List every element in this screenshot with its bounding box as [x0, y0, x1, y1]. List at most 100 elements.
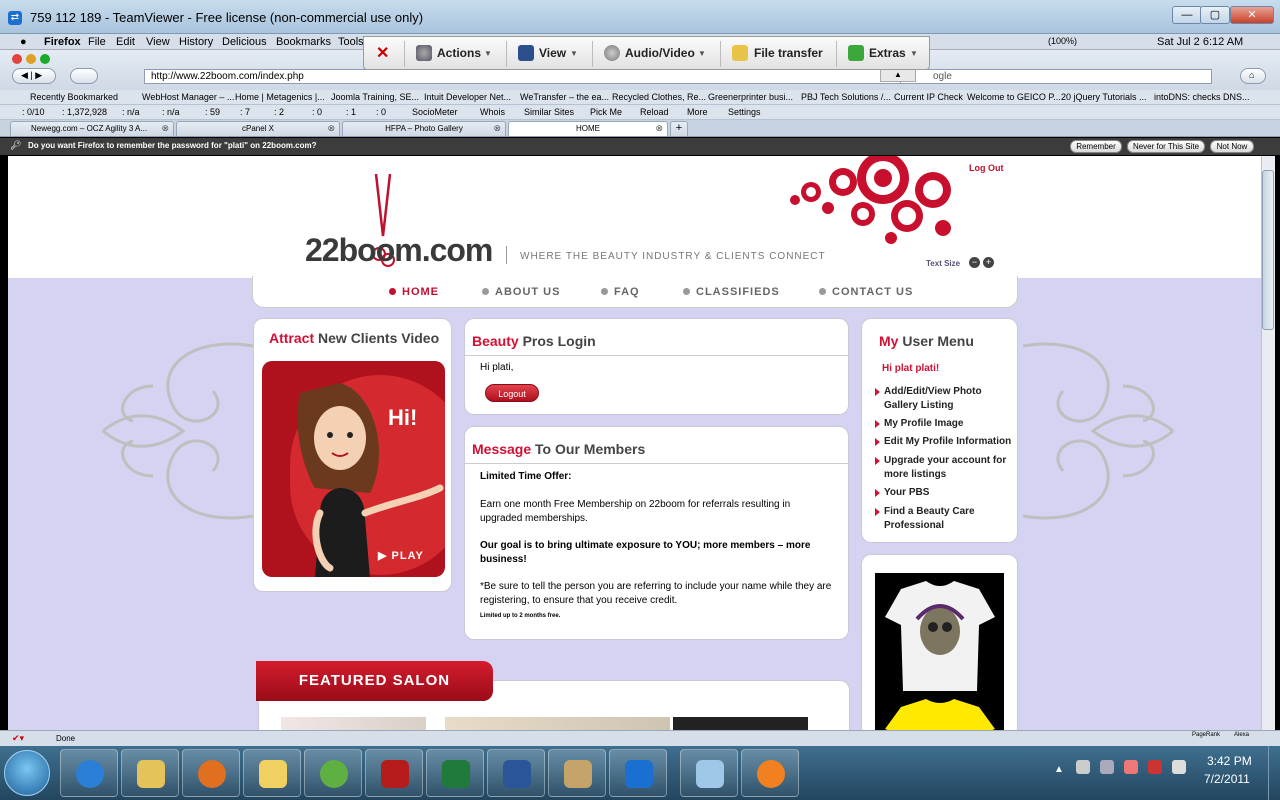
new-tab-button[interactable]: +: [670, 121, 688, 136]
menu-tools[interactable]: Tools: [338, 36, 364, 48]
menu-bookmarks[interactable]: Bookmarks: [276, 36, 331, 48]
collapse-toolbar-button[interactable]: ▲: [880, 70, 916, 82]
volume-icon[interactable]: [1172, 760, 1186, 774]
teamviewer-task-icon[interactable]: [609, 749, 667, 797]
mail-icon[interactable]: [243, 749, 301, 797]
close-window-button[interactable]: ✕: [1230, 6, 1274, 24]
taskbar-time[interactable]: 3:42 PM: [1207, 754, 1252, 768]
show-desktop-button[interactable]: [1268, 746, 1280, 800]
excel-icon[interactable]: [426, 749, 484, 797]
menu-find-professional-link[interactable]: Find a Beauty Care Professional: [875, 505, 1009, 533]
nav-faq[interactable]: FAQ: [601, 286, 640, 298]
word-icon[interactable]: [487, 749, 545, 797]
home-tools-button[interactable]: [70, 68, 98, 84]
paint-icon[interactable]: [548, 749, 606, 797]
never-for-site-button[interactable]: Never for This Site: [1127, 140, 1205, 153]
nav-classifieds[interactable]: CLASSIFIEDS: [683, 286, 780, 298]
ie-icon[interactable]: [60, 749, 118, 797]
menu-delicious[interactable]: Delicious: [222, 36, 267, 48]
menu-view[interactable]: View: [146, 36, 170, 48]
addon-more[interactable]: More: [687, 107, 708, 117]
site-logo[interactable]: 22boom.com: [305, 232, 493, 269]
bookmark-whm[interactable]: WebHost Manager – ...: [142, 92, 234, 102]
menu-upgrade-link[interactable]: Upgrade your account for more listings: [875, 454, 1009, 482]
close-tab-icon[interactable]: ⊗: [327, 123, 335, 134]
start-button[interactable]: [4, 750, 50, 796]
url-bar[interactable]: http://www.22boom.com/index.php: [144, 69, 920, 84]
menu-pbs-link[interactable]: Your PBS: [875, 486, 1009, 500]
menu-file[interactable]: File: [88, 36, 106, 48]
log-out-link[interactable]: Log Out: [969, 163, 1004, 173]
apple-icon[interactable]: ●: [20, 36, 27, 48]
close-tab-icon[interactable]: ⊗: [161, 123, 169, 134]
network-icon[interactable]: [1100, 760, 1114, 774]
nav-contact-us[interactable]: CONTACT US: [819, 286, 913, 298]
play-button[interactable]: ▶︎ PLAY: [378, 549, 424, 562]
addon-similar-sites[interactable]: Similar Sites: [524, 107, 574, 117]
search-bar[interactable]: ogle: [900, 69, 1212, 84]
scrollbar-thumb[interactable]: [1262, 170, 1274, 330]
bookmark-ipcheck[interactable]: Current IP Check: [894, 92, 963, 102]
bookmark-recycled[interactable]: Recycled Clothes, Re...: [612, 92, 706, 102]
flame-icon[interactable]: [1124, 760, 1138, 774]
text-increase-icon[interactable]: +: [983, 257, 994, 268]
tab-hfpa[interactable]: HFPA – Photo Gallery ⊗: [342, 121, 506, 136]
zoom-dot-icon[interactable]: [40, 54, 50, 64]
menu-profile-image-link[interactable]: My Profile Image: [875, 417, 1009, 431]
explorer-icon[interactable]: [121, 749, 179, 797]
bookmark-geico[interactable]: Welcome to GEICO P...: [967, 92, 1061, 102]
burn-icon[interactable]: [741, 749, 799, 797]
minimize-dot-icon[interactable]: [26, 54, 36, 64]
remember-button[interactable]: Remember: [1070, 140, 1122, 153]
tab-newegg[interactable]: Newegg.com – OCZ Agility 3 A... ⊗: [10, 121, 174, 136]
dreamweaver-icon[interactable]: [304, 749, 362, 797]
addon-settings[interactable]: Settings: [728, 107, 761, 117]
addon-sociometer[interactable]: SocioMeter: [412, 107, 458, 117]
logout-button[interactable]: Logout: [485, 384, 539, 402]
close-session-icon[interactable]: ✕: [376, 43, 389, 63]
bookmark-jquery[interactable]: 20 jQuery Tutorials ...: [1061, 92, 1147, 102]
text-decrease-icon[interactable]: −: [969, 257, 980, 268]
minimize-button[interactable]: —: [1172, 6, 1202, 24]
video-player[interactable]: Hi! ▶︎ PLAY: [262, 361, 445, 577]
close-tab-icon[interactable]: ⊗: [655, 123, 663, 134]
maximize-button[interactable]: ▢: [1200, 6, 1230, 24]
notepad-icon[interactable]: [680, 749, 738, 797]
addon-reload[interactable]: Reload: [640, 107, 669, 117]
firefox-icon[interactable]: [182, 749, 240, 797]
bookmark-metagenics[interactable]: Home | Metagenics |...: [235, 92, 325, 102]
menu-app-firefox[interactable]: Firefox: [44, 36, 81, 48]
view-menu[interactable]: View: [539, 46, 566, 60]
menu-photo-gallery-link[interactable]: Add/Edit/View Photo Gallery Listing: [875, 385, 1009, 413]
file-transfer-button[interactable]: File transfer: [754, 46, 823, 60]
audio-video-menu[interactable]: Audio/Video: [625, 46, 695, 60]
filezilla-icon[interactable]: [365, 749, 423, 797]
bookmark-intodns[interactable]: intoDNS: checks DNS...: [1154, 92, 1250, 102]
home-icon[interactable]: ⌂: [1240, 68, 1266, 84]
menu-edit-profile-link[interactable]: Edit My Profile Information: [875, 435, 1024, 449]
extras-menu[interactable]: Extras: [869, 46, 906, 60]
close-tab-icon[interactable]: ⊗: [493, 123, 501, 134]
menu-history[interactable]: History: [179, 36, 213, 48]
back-forward-buttons[interactable]: ◀ | ▶: [12, 68, 56, 84]
menu-edit[interactable]: Edit: [116, 36, 135, 48]
taskbar-date[interactable]: 7/2/2011: [1204, 772, 1250, 786]
tab-home[interactable]: HOME ⊗: [508, 121, 668, 136]
bookmark-intuit[interactable]: Intuit Developer Net...: [424, 92, 511, 102]
bookmark-pbj[interactable]: PBJ Tech Solutions /...: [801, 92, 891, 102]
bookmark-wetransfer[interactable]: WeTransfer – the ea...: [520, 92, 609, 102]
bookmark-greenerprinter[interactable]: Greenerprinter busi...: [708, 92, 793, 102]
tshirt-ad-image[interactable]: [875, 573, 1004, 730]
addon-pick-me[interactable]: Pick Me: [590, 107, 622, 117]
tab-cpanel[interactable]: cPanel X ⊗: [176, 121, 340, 136]
nav-about-us[interactable]: ABOUT US: [482, 286, 560, 298]
bookmark-joomla[interactable]: Joomla Training, SE...: [331, 92, 419, 102]
addon-whois[interactable]: Whois: [480, 107, 505, 117]
actions-menu[interactable]: Actions: [437, 46, 481, 60]
close-dot-icon[interactable]: [12, 54, 22, 64]
nav-home[interactable]: HOME: [389, 286, 439, 298]
addon-status-icon[interactable]: ✔︎▾: [12, 733, 24, 744]
not-now-button[interactable]: Not Now: [1210, 140, 1254, 153]
menu-clock[interactable]: Sat Jul 2 6:12 AM: [1157, 36, 1243, 48]
bookmark-recently[interactable]: Recently Bookmarked: [30, 92, 118, 102]
